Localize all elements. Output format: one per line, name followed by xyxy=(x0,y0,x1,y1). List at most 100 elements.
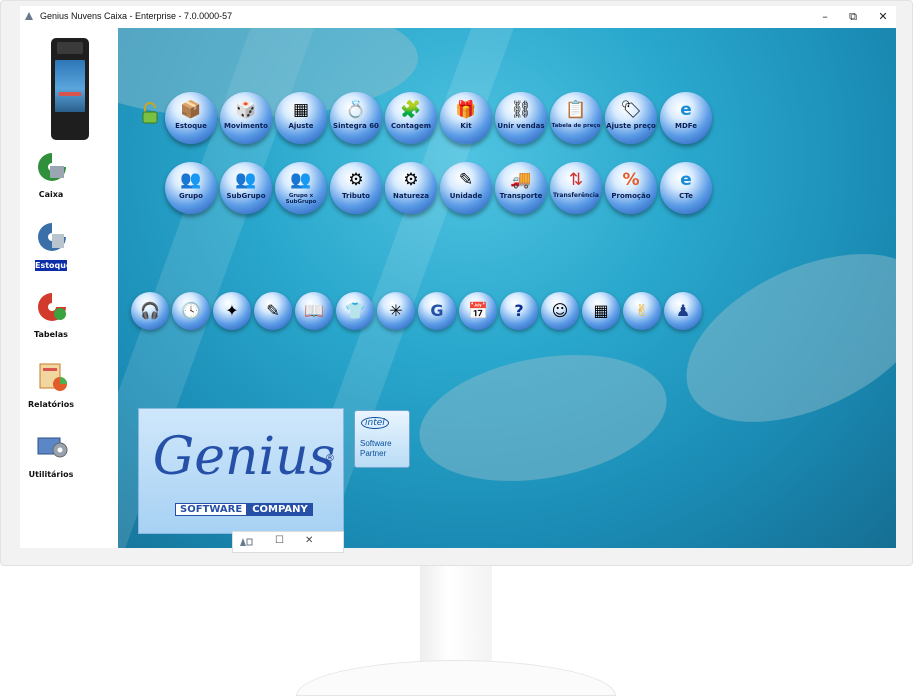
person-button[interactable]: ♟ xyxy=(664,292,702,330)
mini-close-button[interactable]: ✕ xyxy=(305,535,313,546)
clock-icon: 🕓 xyxy=(181,301,201,320)
utilities-icon xyxy=(37,437,68,458)
window-title: Genius Nuvens Caixa - Enterprise - 7.0.0… xyxy=(40,11,233,21)
calendar-icon: 📅 xyxy=(468,301,488,320)
sidebar-item-label: Utilitários xyxy=(28,470,74,479)
transporte-button[interactable]: 🚚 Transporte xyxy=(495,162,547,214)
messenger-icon: ✌ xyxy=(635,301,649,320)
unir-vendas-button[interactable]: ⛓ Unir vendas xyxy=(495,92,547,144)
user-icon: ☺ xyxy=(551,301,569,320)
button-label: Contagem xyxy=(390,122,432,130)
logo-tagline: SOFTWARE COMPANY xyxy=(175,503,313,517)
sidebar-item-relatorios[interactable]: Relatórios xyxy=(20,360,118,420)
cte-button[interactable]: e CTe xyxy=(660,162,712,214)
sidebar-item-estoque[interactable]: Estoque xyxy=(20,220,118,280)
natureza-button[interactable]: ⚙ Natureza xyxy=(385,162,437,214)
calendar-button[interactable]: 📅 xyxy=(459,292,497,330)
sidebar-item-label: Caixa xyxy=(38,190,64,199)
button-label: Grupo x SubGrupo xyxy=(285,193,317,205)
mdfe-button[interactable]: e MDFe xyxy=(660,92,712,144)
restore-button[interactable]: ⧉ xyxy=(838,8,868,26)
contagem-button[interactable]: 🧩 Contagem xyxy=(385,92,437,144)
genius-button[interactable]: G xyxy=(418,292,456,330)
button-label: Natureza xyxy=(393,192,429,200)
clock-button[interactable]: 🕓 xyxy=(172,292,210,330)
button-label: Grupo xyxy=(178,192,203,200)
ajuste-button[interactable]: ▦ Ajuste xyxy=(275,92,327,144)
monitor-base xyxy=(296,660,616,696)
button-label: Promoção xyxy=(611,192,651,200)
dolphin-background xyxy=(409,337,677,499)
transfer-arrows-icon: ⇅ xyxy=(568,170,584,190)
shirt-icon: 👕 xyxy=(345,301,365,320)
ajuste-preco-button[interactable]: 🏷 Ajuste preço xyxy=(605,92,657,144)
dolphin-background xyxy=(660,219,896,457)
tributo-button[interactable]: ⚙ Tributo xyxy=(330,162,382,214)
close-button[interactable]: ✕ xyxy=(868,8,898,26)
subgrupo-button[interactable]: 👥 SubGrupo xyxy=(220,162,272,214)
calculator-button[interactable]: ▦ xyxy=(582,292,620,330)
registered-mark: ® xyxy=(325,453,335,464)
app-icon xyxy=(240,538,253,546)
minimize-button[interactable]: – xyxy=(810,8,840,26)
promocao-button[interactable]: % Promoção xyxy=(605,162,657,214)
book-button[interactable]: 📖 xyxy=(295,292,333,330)
intel-partner-text: Software Partner xyxy=(360,439,392,459)
minimized-window-bar[interactable]: ☐ ✕ xyxy=(232,531,344,553)
reports-icon xyxy=(39,363,67,391)
book-icon: 📖 xyxy=(304,301,324,320)
help-icon: ? xyxy=(514,301,524,320)
clipboard-icon: 📋 xyxy=(565,100,587,120)
stock-icon xyxy=(38,223,66,251)
discount-icon: % xyxy=(622,170,640,190)
sidebar-item-caixa[interactable]: Caixa xyxy=(20,150,118,210)
grid-icon: ▦ xyxy=(292,100,310,120)
group-link-icon: 👥 xyxy=(290,170,312,190)
transferencia-button[interactable]: ⇅ Transferência xyxy=(550,162,602,214)
sparkle-button[interactable]: ✦ xyxy=(213,292,251,330)
sintegra-60-button[interactable]: 💍 Sintegra 60 xyxy=(330,92,382,144)
button-label: Ajuste xyxy=(288,122,314,130)
button-label: Unir vendas xyxy=(497,122,545,130)
grupo-x-subgrupo-button[interactable]: 👥 Grupo x SubGrupo xyxy=(275,162,327,214)
star-button[interactable]: ✳ xyxy=(377,292,415,330)
mini-restore-button[interactable]: ☐ xyxy=(275,535,284,546)
headset-button[interactable]: 🎧 xyxy=(131,292,169,330)
button-label: Tributo xyxy=(341,192,370,200)
button-label: SubGrupo xyxy=(226,192,266,200)
logo-company: COMPANY xyxy=(247,503,313,516)
star-icon: ✳ xyxy=(389,301,403,320)
messenger-button[interactable]: ✌ xyxy=(623,292,661,330)
estoque-button[interactable]: 📦 Estoque xyxy=(165,92,217,144)
sidebar: Caixa Estoque Tabelas Relatórios Utilitá… xyxy=(20,28,118,548)
e-document-icon: e xyxy=(680,100,692,120)
dice-icon: 🎲 xyxy=(235,100,257,120)
grupo-button[interactable]: 👥 Grupo xyxy=(165,162,217,214)
headset-icon: 🎧 xyxy=(140,301,160,320)
user-button[interactable]: ☺ xyxy=(541,292,579,330)
pos-terminal-image xyxy=(51,38,89,140)
shirt-button[interactable]: 👕 xyxy=(336,292,374,330)
sidebar-item-utilitarios[interactable]: Utilitários xyxy=(20,430,118,490)
button-label: Kit xyxy=(460,122,472,130)
sidebar-item-label: Estoque xyxy=(35,260,72,271)
intel-software-partner-badge: intel Software Partner xyxy=(354,410,410,468)
movimento-button[interactable]: 🎲 Movimento xyxy=(220,92,272,144)
sidebar-item-tabelas[interactable]: Tabelas xyxy=(20,290,118,350)
unidade-button[interactable]: ✎ Unidade xyxy=(440,162,492,214)
kit-button[interactable]: 🎁 Kit xyxy=(440,92,492,144)
button-label: Estoque xyxy=(175,122,207,130)
puzzle-icon: 🧩 xyxy=(400,100,422,120)
button-label: Ajuste preço xyxy=(606,122,656,130)
tables-icon xyxy=(38,293,66,321)
button-label: Unidade xyxy=(449,192,483,200)
genius-logo: Genius ® SOFTWARE COMPANY xyxy=(138,408,344,534)
button-label: Transporte xyxy=(499,192,543,200)
button-label: Sintegra 60 xyxy=(333,122,379,130)
tabela-de-preco-button[interactable]: 📋 Tabela de preço xyxy=(550,92,602,144)
help-button[interactable]: ? xyxy=(500,292,538,330)
note-button[interactable]: ✎ xyxy=(254,292,292,330)
ring-icon: 💍 xyxy=(345,100,367,120)
lock-icon[interactable] xyxy=(142,102,158,124)
sparkle-icon: ✦ xyxy=(225,301,239,320)
